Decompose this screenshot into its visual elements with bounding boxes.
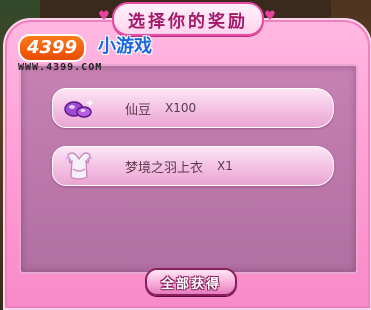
reward-item-top: 梦境之羽上衣 X1 [52, 146, 334, 186]
logo: 4399 小游戏 WWW.4399.COM [18, 34, 188, 74]
heart-right-icon: ♥ [264, 9, 276, 24]
logo-number: 4399 [18, 34, 87, 62]
logo-url: WWW.4399.COM [18, 62, 103, 73]
claim-all-button[interactable]: 全部获得 [145, 268, 237, 296]
reward-quantity: X100 [165, 101, 197, 115]
reward-name: 仙豆 [125, 102, 152, 118]
claim-all-label: 全部获得 [160, 276, 221, 292]
reward-quantity: X1 [217, 159, 233, 173]
heart-left-icon: ♥ [98, 9, 110, 24]
dialog-title: 选择你的奖励 [128, 11, 248, 32]
dialog-title-tab: 选择你的奖励 [112, 2, 264, 36]
reward-item-xiandou: 仙豆 X100 [52, 88, 334, 128]
logo-text: 小游戏 [98, 36, 152, 57]
feather-top-icon [61, 148, 97, 184]
purple-bean-icon [61, 90, 97, 126]
reward-name: 梦境之羽上衣 [125, 160, 204, 176]
